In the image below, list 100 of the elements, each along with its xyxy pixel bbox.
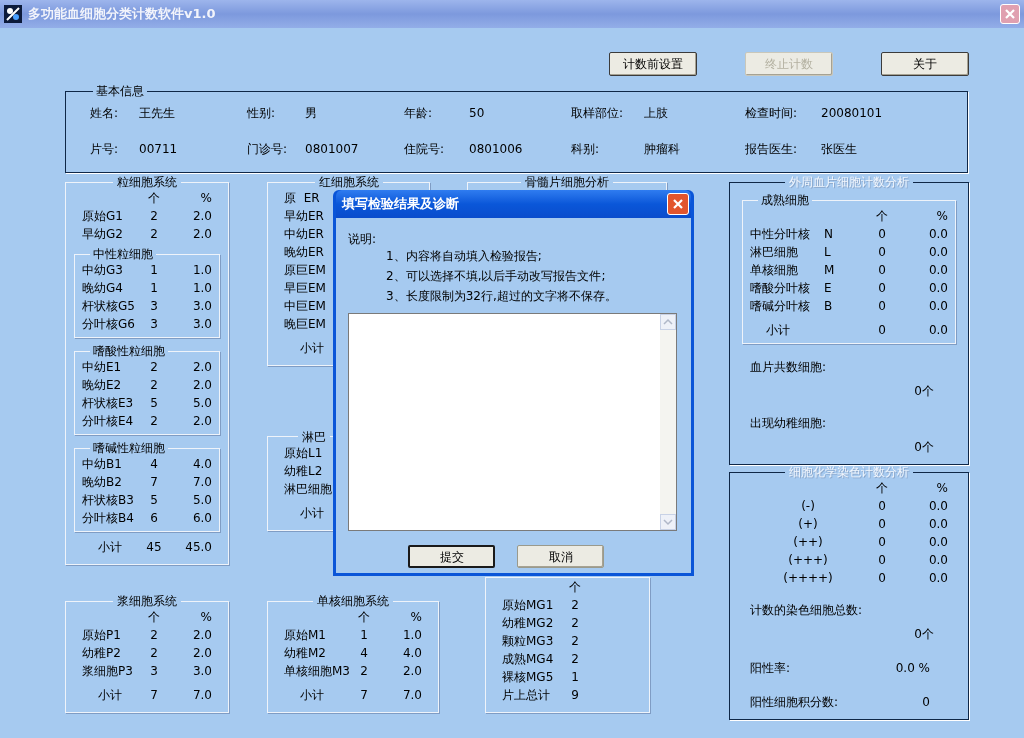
- cell-label: 早幼G2: [82, 226, 123, 243]
- field-value: 张医生: [821, 141, 858, 158]
- percent-cell-text: 4.0: [401, 645, 422, 662]
- column-heading: 个: [357, 609, 371, 626]
- close-icon: [672, 198, 684, 210]
- percent-cell-text: 2.0: [191, 226, 212, 243]
- cell-label: 嗜酸分叶核: [750, 280, 811, 297]
- column-heading: 个: [875, 480, 889, 497]
- percent-cell-text: 0.0: [927, 226, 948, 243]
- toolbar-button[interactable]: 计数前设置: [609, 52, 697, 76]
- cell-label: 早幼ER: [284, 208, 324, 225]
- field-value: 上肢: [644, 105, 669, 122]
- percent-cell-text: 45.0: [184, 539, 212, 556]
- cell-label: 中幼G3: [82, 262, 123, 279]
- group-title: 基本信息: [96, 84, 144, 98]
- field-label: 片号:: [90, 141, 120, 158]
- note-label: 计数的染色细胞总数:: [750, 602, 863, 619]
- group-title: 细胞化学染色计数分析: [789, 465, 909, 479]
- cell-label: 原始MG1: [502, 597, 554, 614]
- cell-code: B: [824, 298, 833, 315]
- cell-label: 晚幼E2: [82, 377, 122, 394]
- count-cell-text: 7: [359, 687, 369, 704]
- column-heading: %: [409, 609, 422, 626]
- column-heading: 个: [147, 190, 161, 207]
- column-heading: 个: [568, 579, 582, 596]
- count-cell-text: 4: [149, 456, 159, 473]
- percent-cell-text: 2.0: [191, 413, 212, 430]
- percent-cell-text: 0.0: [927, 280, 948, 297]
- count-cell-text: 1: [149, 280, 159, 297]
- cell-label: 浆细胞P3: [82, 663, 133, 680]
- cell-label: 原巨EM: [284, 262, 326, 279]
- cell-label: 分叶核G6: [82, 316, 135, 333]
- instruction-line: 2、可以选择不填,以后手动改写报告文件;: [386, 268, 607, 285]
- group-title: 淋巴: [302, 429, 326, 444]
- group-title: 浆细胞系统: [117, 594, 177, 608]
- count-cell-text: 0: [877, 244, 887, 261]
- total-label: 小计: [766, 322, 790, 339]
- cell-label: 原始G1: [82, 208, 123, 225]
- group-title: 外周血片细胞计数分析: [789, 175, 909, 189]
- total-label: 小计: [300, 687, 324, 704]
- count-cell-text: 5: [149, 395, 159, 412]
- toolbar-button[interactable]: 关于: [881, 52, 969, 76]
- cell-label: 裸核MG5: [502, 669, 554, 686]
- field-label: 取样部位:: [571, 105, 625, 122]
- count-cell-text: 1: [570, 669, 580, 686]
- group-title: 中性粒细胞: [93, 247, 153, 261]
- percent-cell-text: 2.0: [191, 377, 212, 394]
- group-title: 粒细胞系统: [117, 175, 177, 189]
- cell-label: 中巨EM: [284, 298, 326, 315]
- percent-cell-text: 0.0: [927, 570, 948, 587]
- count-cell-text: 1: [359, 627, 369, 644]
- close-button[interactable]: [667, 193, 689, 215]
- note-value: 0个: [914, 383, 935, 400]
- count-cell-text: 0: [877, 498, 887, 515]
- column-heading: %: [199, 609, 212, 626]
- cell-label: 幼稚P2: [82, 645, 121, 662]
- total-label: 小计: [98, 539, 122, 556]
- count-cell-text: 9: [570, 687, 580, 704]
- dialog-button[interactable]: 取消: [517, 545, 604, 568]
- count-cell-text: 2: [149, 226, 159, 243]
- cell-label: 原 ER: [284, 190, 320, 207]
- note-value: 0: [922, 694, 930, 711]
- cell-label: 幼稚M2: [284, 645, 326, 662]
- percent-cell-text: 2.0: [191, 208, 212, 225]
- note-label: 出现幼稚细胞:: [750, 415, 827, 432]
- count-cell-text: 0: [877, 262, 887, 279]
- note-label: 血片共数细胞:: [750, 359, 827, 376]
- percent-cell-text: 7.0: [191, 474, 212, 491]
- column-heading: 个: [875, 208, 889, 225]
- cell-label: 杆状核E3: [82, 395, 134, 412]
- percent-cell-text: 0.0: [927, 498, 948, 515]
- diagnosis-field[interactable]: [348, 313, 677, 531]
- percent-cell-text: 1.0: [191, 280, 212, 297]
- count-cell-text: 45: [145, 539, 163, 556]
- percent-cell-text: 1.0: [191, 262, 212, 279]
- field-label: 门诊号:: [247, 141, 289, 158]
- scrollbar[interactable]: [660, 314, 676, 530]
- count-cell-text: 4: [359, 645, 369, 662]
- cell-label: 片上总计: [502, 687, 550, 704]
- count-cell-text: 0: [877, 226, 887, 243]
- count-cell-text: 7: [149, 474, 159, 491]
- close-icon: [1004, 8, 1016, 20]
- grade-label: (-): [801, 498, 815, 515]
- column-heading: %: [935, 480, 948, 497]
- count-cell-text: 0: [877, 322, 887, 339]
- percent-cell-text: 7.0: [191, 687, 212, 704]
- instruction-line: 1、内容将自动填入检验报告;: [386, 248, 543, 265]
- app-icon: [4, 5, 22, 23]
- group-title: 单核细胞系统: [317, 594, 389, 608]
- cell-label: 中幼E1: [82, 359, 122, 376]
- field-label: 住院号:: [404, 141, 446, 158]
- dialog-button[interactable]: 提交: [408, 545, 495, 568]
- count-cell-text: 2: [149, 377, 159, 394]
- close-button[interactable]: [1000, 4, 1020, 24]
- scroll-up-icon: [660, 314, 676, 330]
- count-cell-text: 2: [570, 597, 580, 614]
- cell-label: 幼稚L2: [284, 462, 323, 480]
- cell-label: 原始L1: [284, 444, 323, 462]
- field-label: 科别:: [571, 141, 601, 158]
- count-cell-text: 3: [149, 663, 159, 680]
